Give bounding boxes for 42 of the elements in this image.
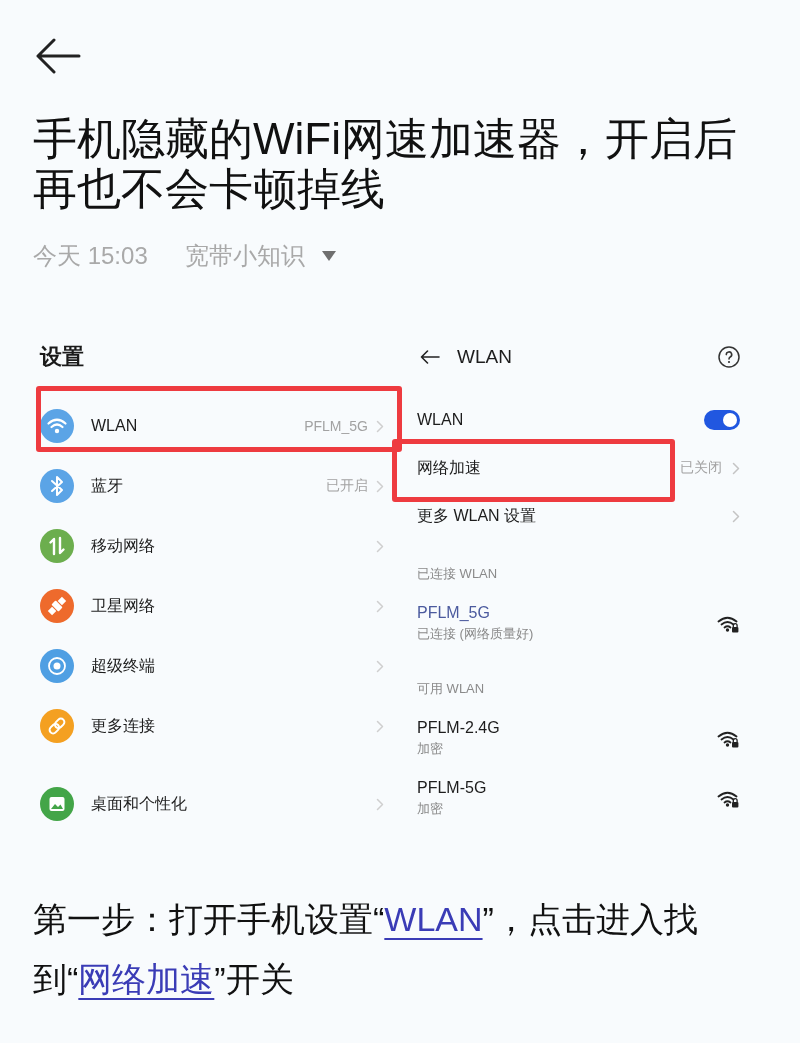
- section-title: 可用 WLAN: [417, 680, 486, 698]
- step-instruction: 第一步：打开手机设置“WLAN”，点击进入找到“网络加速”开关: [33, 899, 699, 1000]
- settings-title: 设置: [40, 344, 85, 370]
- settings-item-label[interactable]: 桌面和个性化: [91, 793, 368, 815]
- link[interactable]: WLAN: [384, 900, 483, 938]
- setting-label[interactable]: WLAN: [417, 411, 704, 429]
- help-icon[interactable]: [718, 346, 740, 368]
- chevron-right-icon: [376, 659, 384, 673]
- chevron-right-icon: [376, 599, 384, 613]
- caret-down-icon[interactable]: [321, 251, 336, 261]
- setting-value: 已关闭: [680, 459, 722, 477]
- settings-item-value: 已开启: [326, 477, 368, 495]
- section-title: 已连接 WLAN: [417, 565, 499, 583]
- chevron-right-icon: [732, 461, 740, 475]
- settings-item-label[interactable]: 蓝牙: [91, 475, 326, 497]
- chevron-right-icon: [376, 479, 384, 493]
- settings-item-label[interactable]: WLAN: [91, 417, 305, 435]
- network-name[interactable]: PFLM_5G: [417, 603, 717, 623]
- network-name[interactable]: PFLM-5G: [417, 778, 717, 798]
- setting-label[interactable]: 更多 WLAN 设置: [417, 505, 722, 527]
- back-arrow-icon[interactable]: [420, 350, 440, 364]
- network-status: 加密: [417, 800, 444, 818]
- chevron-right-icon: [376, 719, 384, 733]
- settings-item-label[interactable]: 卫星网络: [91, 595, 368, 617]
- settings-item-label[interactable]: 更多连接: [91, 715, 368, 737]
- settings-item-label[interactable]: 移动网络: [91, 535, 368, 557]
- toggle-switch[interactable]: [704, 410, 740, 430]
- network-status: 加密: [417, 740, 444, 758]
- back-arrow-icon[interactable]: [35, 38, 81, 74]
- wlan-page-title: WLAN: [457, 346, 512, 368]
- network-name[interactable]: PFLM-2.4G: [417, 718, 717, 738]
- settings-item-label[interactable]: 超级终端: [91, 655, 368, 677]
- link[interactable]: 网络加速: [78, 960, 215, 998]
- chevron-right-icon: [732, 509, 740, 523]
- chevron-right-icon: [376, 797, 384, 811]
- settings-item-value: PFLM_5G: [304, 418, 368, 434]
- article-title: 手机隐藏的WiFi网速加速器，开启后再也不会卡顿掉线: [33, 114, 738, 214]
- chevron-right-icon: [376, 539, 384, 553]
- network-status: 已连接 (网络质量好): [417, 625, 535, 643]
- chevron-right-icon: [376, 419, 384, 433]
- publish-time: 今天 15:03: [33, 241, 148, 271]
- setting-label[interactable]: 网络加速: [417, 457, 680, 479]
